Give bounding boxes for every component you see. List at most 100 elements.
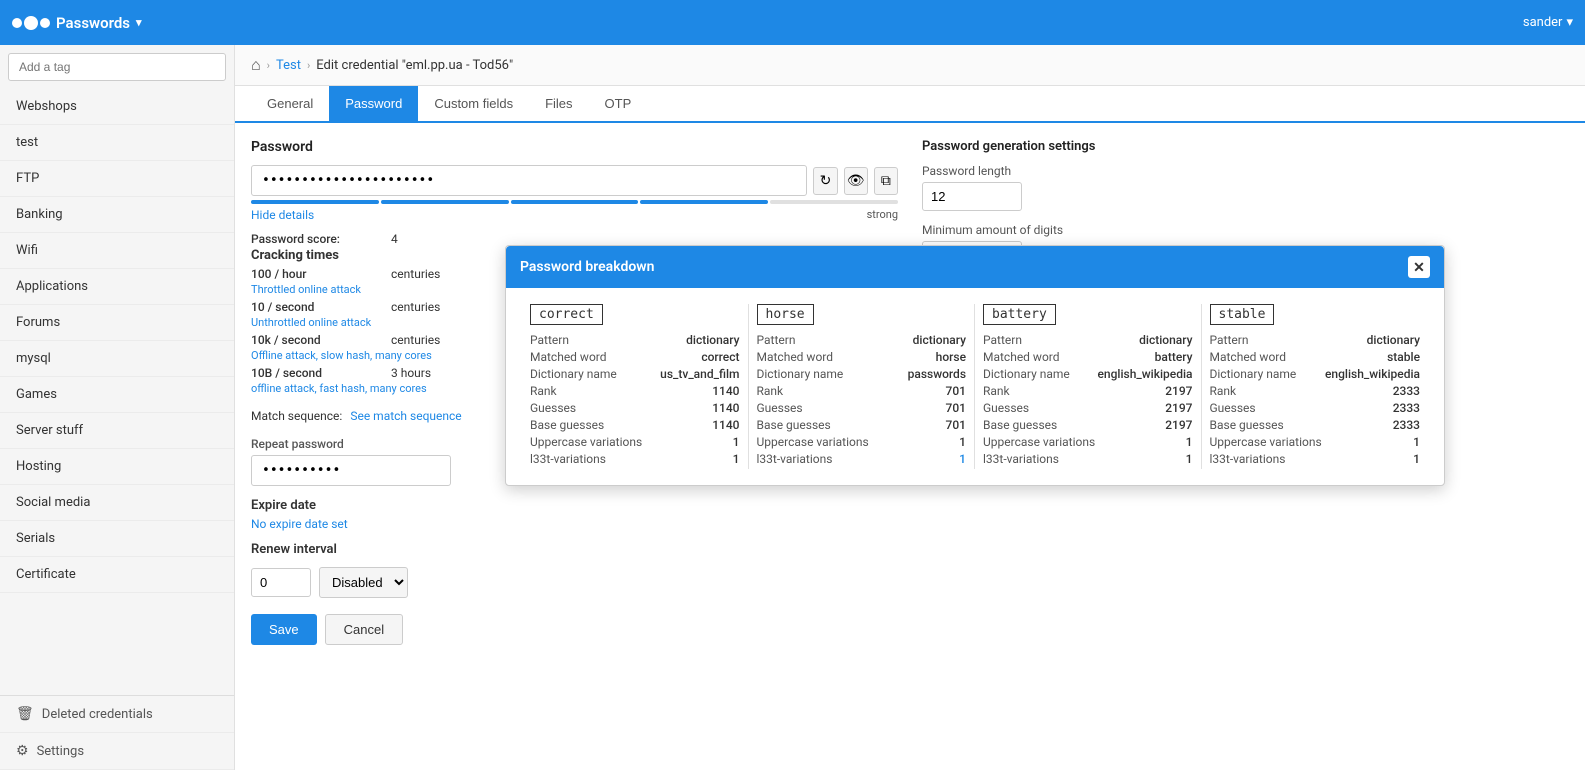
renew-interval-select[interactable]: Disabled (319, 567, 408, 598)
deleted-credentials-label: Deleted credentials (42, 707, 153, 722)
logo-icon (12, 16, 50, 30)
breadcrumb-sep2: › (307, 59, 310, 72)
sidebar-item-server-stuff[interactable]: Server stuff (0, 413, 234, 449)
breakdown-col-stable: stable Pattern dictionary Matched word s… (1202, 304, 1429, 469)
sidebar-item-hosting[interactable]: Hosting (0, 449, 234, 485)
bd-val: dictionary (686, 333, 739, 347)
breakdown-col-horse: horse Pattern dictionary Matched word ho… (749, 304, 976, 469)
sidebar-item-mysql[interactable]: mysql (0, 341, 234, 377)
score-row: Password score: 4 (251, 232, 898, 246)
sidebar-item-webshops[interactable]: Webshops (0, 89, 234, 125)
user-menu[interactable]: sander ▾ (1523, 15, 1573, 30)
score-value: 4 (391, 232, 398, 246)
tab-custom-fields[interactable]: Custom fields (418, 86, 529, 123)
gen-length-field: Password length (922, 164, 1569, 211)
word-badge-stable: stable (1210, 304, 1275, 325)
sidebar-item-wifi[interactable]: Wifi (0, 233, 234, 269)
strength-seg1 (251, 200, 379, 204)
attack-rate-3: 10B / second (251, 366, 391, 380)
copy-password-button[interactable]: ⧉ (874, 167, 898, 195)
password-input-row: ↻ 👁 ⧉ (251, 165, 898, 196)
tab-password[interactable]: Password (329, 86, 418, 123)
popup-close-button[interactable]: ✕ (1408, 256, 1430, 278)
bd-key: Pattern (530, 333, 569, 347)
settings-label: Settings (37, 744, 84, 759)
circle3 (40, 18, 50, 28)
repeat-password-field[interactable] (251, 455, 451, 486)
save-button[interactable]: Save (251, 614, 317, 645)
main-layout: Webshops test FTP Banking Wifi Applicati… (0, 45, 1585, 770)
popup-title: Password breakdown (520, 259, 654, 275)
sidebar-item-forums[interactable]: Forums (0, 305, 234, 341)
refresh-password-button[interactable]: ↻ (813, 167, 837, 195)
breadcrumb-current: Edit credential "eml.pp.ua - Tod56" (316, 58, 513, 73)
app-chevron: ▾ (136, 16, 142, 29)
sidebar-item-serials[interactable]: Serials (0, 521, 234, 557)
breakdown-col-battery: battery Pattern dictionary Matched word … (975, 304, 1202, 469)
tabs-container: General Password Custom fields Files OTP (235, 86, 1585, 123)
breadcrumb-parent[interactable]: Test (276, 58, 301, 73)
tab-general[interactable]: General (251, 86, 329, 123)
hide-details-link[interactable]: Hide details (251, 208, 314, 222)
sidebar-item-applications[interactable]: Applications (0, 269, 234, 305)
username: sander (1523, 15, 1563, 30)
tab-otp[interactable]: OTP (589, 86, 648, 123)
attack-rate-1: 10 / second (251, 300, 391, 314)
sidebar-item-test[interactable]: test (0, 125, 234, 161)
toggle-visibility-button[interactable]: 👁 (844, 167, 868, 195)
match-seq-label: Match sequence: (251, 409, 342, 423)
strength-seg3 (511, 200, 639, 204)
settings-icon: ⚙ (16, 743, 29, 759)
attack-time-2: centuries (391, 333, 440, 347)
attack-time-1: centuries (391, 300, 440, 314)
sidebar-item-deleted-credentials[interactable]: 🗑 Deleted credentials (0, 696, 234, 733)
match-seq-link[interactable]: See match sequence (350, 409, 461, 423)
gen-length-input[interactable] (922, 182, 1022, 211)
strength-seg5 (770, 200, 898, 204)
sidebar-bottom: 🗑 Deleted credentials ⚙ Settings (0, 695, 234, 770)
strength-label: strong (867, 208, 898, 222)
word-badge-correct: correct (530, 304, 603, 325)
tab-files[interactable]: Files (529, 86, 588, 123)
sidebar-item-social-media[interactable]: Social media (0, 485, 234, 521)
breakdown-row-correct-0: Pattern dictionary (530, 333, 740, 347)
renew-interval-input[interactable] (251, 568, 311, 597)
password-section-title: Password (251, 139, 898, 155)
gen-section-title: Password generation settings (922, 139, 1569, 154)
word-badge-battery: battery (983, 304, 1056, 325)
breadcrumb-sep1: › (267, 59, 270, 72)
breakdown-grid: correct Pattern dictionary Matched word … (522, 304, 1428, 469)
sidebar-item-certificate[interactable]: Certificate (0, 557, 234, 593)
breakdown-col-correct: correct Pattern dictionary Matched word … (522, 304, 749, 469)
attack-rate-2: 10k / second (251, 333, 391, 347)
user-chevron: ▾ (1566, 15, 1573, 30)
strength-seg2 (381, 200, 509, 204)
renew-interval-controls: Disabled (251, 567, 898, 598)
sidebar: Webshops test FTP Banking Wifi Applicati… (0, 45, 235, 770)
gen-length-label: Password length (922, 164, 1569, 178)
search-input[interactable] (8, 53, 226, 81)
attack-time-3: 3 hours (391, 366, 431, 380)
sidebar-item-settings[interactable]: ⚙ Settings (0, 733, 234, 770)
app-name: Passwords (56, 14, 130, 32)
attack-rate-0: 100 / hour (251, 267, 391, 281)
strength-bar (251, 200, 898, 204)
renew-interval-section: Renew interval (251, 542, 898, 557)
expire-date-link[interactable]: No expire date set (251, 517, 348, 531)
expire-date-title: Expire date (251, 498, 898, 513)
attack-time-0: centuries (391, 267, 440, 281)
password-field[interactable] (251, 165, 807, 196)
renew-interval-label: Renew interval (251, 542, 337, 557)
cancel-button[interactable]: Cancel (325, 614, 403, 645)
sidebar-item-banking[interactable]: Banking (0, 197, 234, 233)
popup-body: correct Pattern dictionary Matched word … (506, 288, 1444, 485)
strength-label-row: Hide details strong (251, 208, 898, 222)
sidebar-item-ftp[interactable]: FTP (0, 161, 234, 197)
popup-header: Password breakdown ✕ (506, 246, 1444, 288)
topbar: Passwords ▾ sander ▾ (0, 0, 1585, 45)
home-icon[interactable]: ⌂ (251, 55, 261, 75)
expire-date-section: Expire date No expire date set (251, 498, 898, 532)
app-logo[interactable]: Passwords ▾ (12, 14, 142, 32)
sidebar-item-games[interactable]: Games (0, 377, 234, 413)
form-buttons: Save Cancel (251, 614, 898, 645)
